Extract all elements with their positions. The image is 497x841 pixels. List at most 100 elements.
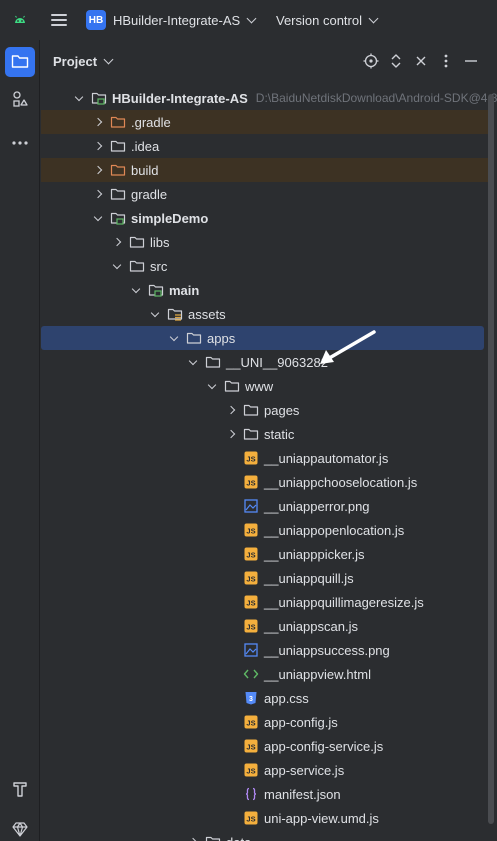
svg-text:JS: JS — [246, 767, 255, 776]
chevron-right-icon[interactable] — [223, 426, 239, 442]
tree-item-label: app-config-service.js — [264, 738, 384, 754]
tree-item-label: __UNI__9063282 — [226, 354, 328, 370]
tree-folder-item[interactable]: .gradle — [41, 110, 488, 134]
tree-file-item[interactable]: JS app-service.js — [41, 758, 488, 782]
tree-folder-item[interactable]: main — [41, 278, 488, 302]
tree-item-label: .idea — [131, 138, 160, 154]
tree-folder-item[interactable]: src — [41, 254, 488, 278]
chevron-right-icon[interactable] — [185, 834, 201, 841]
tree-file-item[interactable]: 3 app.css — [41, 686, 488, 710]
svg-text:JS: JS — [246, 551, 255, 560]
tree-folder-item[interactable]: data — [41, 830, 488, 841]
panel-header: Project — [41, 40, 497, 82]
tree-folder-item[interactable]: static — [41, 422, 488, 446]
chevron-down-icon[interactable] — [71, 90, 87, 106]
chevron-right-icon[interactable] — [90, 186, 106, 202]
javascript-file-icon: JS — [243, 618, 259, 634]
chevron-right-icon[interactable] — [223, 402, 239, 418]
tree-file-item[interactable]: JS app-config-service.js — [41, 734, 488, 758]
tree-item-label: __uniapperror.png — [264, 498, 370, 514]
tree-item-label: __uniappautomator.js — [264, 450, 389, 466]
tree-folder-item[interactable]: libs — [41, 230, 488, 254]
folder-icon — [186, 330, 202, 346]
chevron-right-icon[interactable] — [90, 114, 106, 130]
tree-file-item[interactable]: JS __uniappscan.js — [41, 614, 488, 638]
folder-icon — [11, 53, 29, 72]
folder-icon — [243, 402, 259, 418]
tree-file-item[interactable]: JS __uniappquill.js — [41, 566, 488, 590]
build-tool-button[interactable] — [5, 775, 35, 805]
project-tool-button[interactable] — [5, 47, 35, 77]
chevron-down-icon[interactable] — [90, 210, 106, 226]
hamburger-menu-icon[interactable] — [48, 9, 70, 31]
tree-folder-item[interactable]: apps — [41, 326, 484, 350]
tree-file-item[interactable]: JS __uniappautomator.js — [41, 446, 488, 470]
module-folder-icon — [148, 282, 164, 298]
chevron-right-icon[interactable] — [109, 234, 125, 250]
tree-file-item[interactable]: __uniappview.html — [41, 662, 488, 686]
folder-icon — [129, 234, 145, 250]
tree-file-item[interactable]: JS __uniapppicker.js — [41, 542, 488, 566]
image-file-icon — [243, 498, 259, 514]
project-view-selector[interactable]: Project — [53, 54, 114, 69]
project-panel: Project HBuilder-Integrate-AS D:\BaiduNet… — [41, 40, 497, 841]
tool-window-strip — [0, 40, 40, 841]
tree-file-item[interactable]: JS __uniappopenlocation.js — [41, 518, 488, 542]
tree-folder-item[interactable]: HBuilder-Integrate-AS D:\BaiduNetdiskDown… — [41, 86, 497, 110]
gem-icon — [11, 820, 29, 841]
tree-item-label: __uniappscan.js — [264, 618, 358, 634]
tree-folder-item[interactable]: build — [41, 158, 488, 182]
gem-tool-button[interactable] — [5, 815, 35, 841]
options-icon[interactable] — [433, 52, 458, 70]
chevron-right-icon[interactable] — [90, 162, 106, 178]
tree-folder-item[interactable]: assets — [41, 302, 488, 326]
more-tools-button[interactable] — [5, 126, 35, 156]
chevron-right-icon[interactable] — [90, 138, 106, 154]
folder-icon — [205, 834, 221, 841]
css-file-icon: 3 — [243, 690, 259, 706]
tree-item-label: __uniappsuccess.png — [264, 642, 390, 658]
tree-file-item[interactable]: JS __uniappchooselocation.js — [41, 470, 488, 494]
tree-file-item[interactable]: __uniapperror.png — [41, 494, 488, 518]
svg-text:JS: JS — [246, 575, 255, 584]
svg-text:JS: JS — [246, 599, 255, 608]
tree-item-label: gradle — [131, 186, 168, 202]
tree-folder-item[interactable]: simpleDemo — [41, 206, 488, 230]
javascript-file-icon: JS — [243, 570, 259, 586]
tree-file-item[interactable]: JS uni-app-view.umd.js — [41, 806, 488, 830]
vertical-scrollbar[interactable] — [488, 94, 494, 824]
chevron-down-icon[interactable] — [185, 354, 201, 370]
project-path: D:\BaiduNetdiskDownload\Android-SDK@4.8 — [255, 91, 497, 105]
image-file-icon — [243, 642, 259, 658]
tree-file-item[interactable]: __uniappsuccess.png — [41, 638, 488, 662]
tree-file-item[interactable]: manifest.json — [41, 782, 488, 806]
svg-text:3: 3 — [249, 696, 253, 703]
chevron-down-icon[interactable] — [128, 282, 144, 298]
chevron-down-icon[interactable] — [147, 306, 163, 322]
project-switcher[interactable]: HB HBuilder-Integrate-AS — [86, 8, 257, 32]
folder-icon — [243, 426, 259, 442]
chevron-down-icon[interactable] — [204, 378, 220, 394]
tree-folder-item[interactable]: www — [41, 374, 488, 398]
svg-text:JS: JS — [246, 743, 255, 752]
chevron-down-icon[interactable] — [166, 330, 182, 346]
project-badge: HB — [86, 10, 106, 30]
android-icon — [12, 12, 28, 28]
tree-file-item[interactable]: JS app-config.js — [41, 710, 488, 734]
expand-collapse-icon[interactable] — [383, 52, 408, 70]
tree-item-label: pages — [264, 402, 300, 418]
locate-icon[interactable] — [358, 52, 383, 70]
structure-tool-button[interactable] — [5, 85, 35, 115]
folder-icon — [205, 354, 221, 370]
hide-icon[interactable] — [458, 52, 483, 70]
tree-folder-item[interactable]: pages — [41, 398, 488, 422]
version-control-menu[interactable]: Version control — [276, 8, 379, 32]
chevron-down-icon[interactable] — [109, 258, 125, 274]
tree-file-item[interactable]: JS __uniappquillimageresize.js — [41, 590, 488, 614]
tree-item-label: apps — [207, 330, 236, 346]
tree-folder-item[interactable]: __UNI__9063282 — [41, 350, 488, 374]
tree-folder-item[interactable]: gradle — [41, 182, 488, 206]
json-file-icon — [243, 786, 259, 802]
tree-folder-item[interactable]: .idea — [41, 134, 488, 158]
close-all-icon[interactable] — [408, 52, 433, 70]
